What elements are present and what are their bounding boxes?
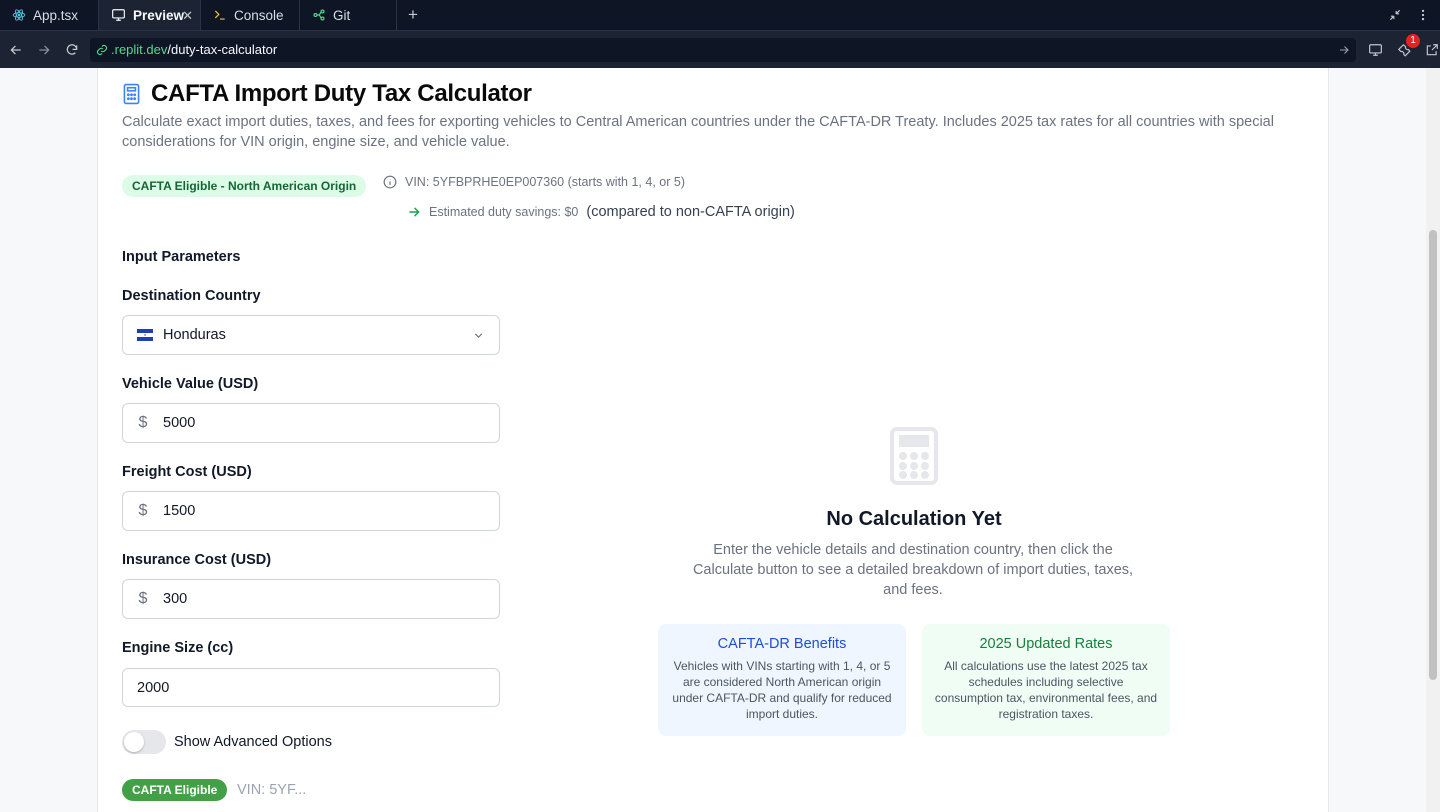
url-domain: .replit.dev	[111, 42, 168, 57]
cafta-eligible-badge: CAFTA Eligible	[122, 779, 228, 801]
react-icon	[12, 9, 26, 21]
freight-cost-text: 1500	[163, 503, 196, 519]
savings-note: (compared to non-CAFTA origin)	[586, 204, 795, 220]
calculator-icon	[890, 427, 938, 485]
card-text: All calculations use the latest 2025 tax…	[934, 659, 1158, 721]
card-text: Vehicles with VINs starting with 1, 4, o…	[672, 659, 892, 721]
engine-size-label: Engine Size (cc)	[122, 640, 234, 656]
notification-badge: 1	[1406, 33, 1420, 48]
tab-app-tsx[interactable]: App.tsx	[0, 0, 99, 30]
page-title: CAFTA Import Duty Tax Calculator	[151, 80, 532, 107]
freight-cost-label: Freight Cost (USD)	[122, 464, 252, 480]
destination-country-select[interactable]: Honduras	[122, 315, 500, 355]
info-icon[interactable]	[383, 175, 397, 189]
chevron-down-icon	[474, 332, 483, 338]
more-vertical-icon[interactable]	[1416, 8, 1430, 22]
preview-viewport: CAFTA Import Duty Tax Calculator Calcula…	[0, 68, 1440, 812]
refresh-icon	[66, 43, 78, 55]
card-title: 2025 Updated Rates	[979, 636, 1113, 652]
tab-preview[interactable]: Preview ✕	[99, 0, 201, 30]
destination-country-label: Destination Country	[122, 288, 261, 304]
toggle-knob	[124, 732, 144, 752]
cafta-eligibility-badge: CAFTA Eligible - North American Origin	[122, 175, 367, 197]
browser-nav-bar: .replit.dev/duty-tax-calculator 1	[0, 31, 1440, 68]
go-arrow-icon[interactable]	[1338, 44, 1350, 56]
external-link-icon[interactable]	[1425, 43, 1439, 57]
savings-label: Estimated duty savings: $0	[429, 205, 579, 219]
arrow-left-icon	[10, 44, 21, 55]
engine-size-text: 2000	[137, 679, 170, 696]
cafta-benefits-card: CAFTA-DR Benefits Vehicles with VINs sta…	[658, 624, 906, 736]
forward-button[interactable]	[30, 43, 58, 57]
tab-label: Console	[234, 7, 284, 23]
destination-country-value: Honduras	[163, 327, 226, 343]
vehicle-value-input[interactable]: $ 5000	[122, 403, 500, 443]
ide-tab-bar: App.tsx Preview ✕ Console Git +	[0, 0, 1440, 31]
link-icon	[96, 44, 108, 55]
tab-label: App.tsx	[33, 7, 79, 23]
insurance-cost-text: 300	[163, 591, 188, 607]
empty-state-description: Enter the vehicle details and destinatio…	[692, 542, 1134, 598]
tab-console[interactable]: Console	[201, 0, 300, 30]
git-branch-icon	[313, 9, 325, 21]
advanced-options-row: Show Advanced Options	[122, 730, 332, 754]
dollar-icon: $	[138, 414, 148, 431]
page-description: Calculate exact import duties, taxes, an…	[122, 114, 1274, 150]
freight-cost-input[interactable]: $ 1500	[122, 491, 500, 531]
advanced-options-label: Show Advanced Options	[174, 734, 332, 750]
dollar-icon: $	[138, 502, 148, 519]
vehicle-value-text: 5000	[163, 415, 196, 431]
title-row: CAFTA Import Duty Tax Calculator	[122, 80, 532, 108]
savings-row: Estimated duty savings: $0 (compared to …	[407, 204, 795, 220]
arrow-right-icon	[39, 44, 50, 55]
scrollbar-thumb[interactable]	[1429, 230, 1437, 680]
insurance-cost-label: Insurance Cost (USD)	[122, 552, 272, 568]
empty-state-title: No Calculation Yet	[826, 508, 1002, 530]
vin-short-text: VIN: 5YF...	[237, 782, 307, 798]
reload-button[interactable]	[58, 43, 86, 57]
advanced-options-toggle[interactable]	[122, 730, 166, 754]
tab-label: Preview	[133, 7, 185, 23]
vin-info-row: VIN: 5YFBPRHE0EP007360 (starts with 1, 4…	[383, 175, 685, 189]
vin-info-text: VIN: 5YFBPRHE0EP007360 (starts with 1, 4…	[405, 175, 685, 189]
url-bar[interactable]: .replit.dev/duty-tax-calculator	[90, 37, 1356, 62]
monitor-icon	[112, 9, 125, 21]
updated-rates-card: 2025 Updated Rates All calculations use …	[922, 624, 1170, 736]
minimize-icon[interactable]	[1388, 8, 1402, 22]
card-title: CAFTA-DR Benefits	[717, 636, 847, 652]
calculator-icon	[123, 83, 140, 105]
insurance-cost-input[interactable]: $ 300	[122, 579, 500, 619]
dollar-icon: $	[138, 590, 148, 607]
devices-icon[interactable]	[1368, 43, 1383, 57]
vehicle-value-label: Vehicle Value (USD)	[122, 376, 259, 392]
engine-size-input[interactable]: 2000	[122, 668, 500, 707]
close-icon[interactable]: ✕	[182, 8, 193, 24]
input-section-title: Input Parameters	[122, 249, 241, 265]
terminal-icon	[214, 10, 225, 20]
url-path: /duty-tax-calculator	[167, 42, 278, 57]
add-tab-button[interactable]: +	[397, 0, 429, 30]
tab-git[interactable]: Git	[300, 0, 397, 30]
tab-label: Git	[333, 7, 351, 23]
plus-icon: +	[408, 5, 418, 24]
arrow-right-icon	[409, 207, 420, 217]
back-button[interactable]	[2, 43, 30, 57]
honduras-flag-icon	[137, 329, 153, 341]
